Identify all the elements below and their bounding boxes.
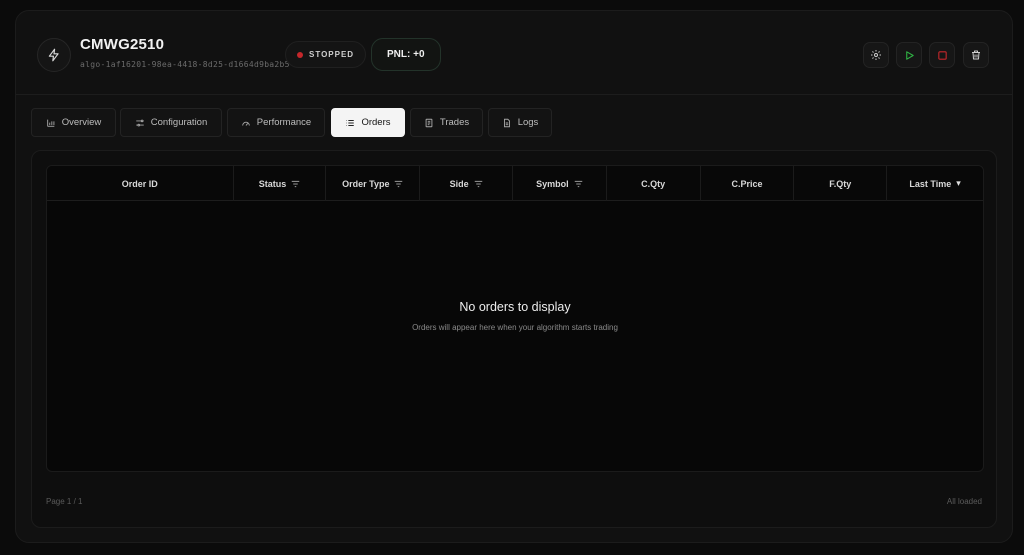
pnl-value: PNL: +0 — [387, 49, 425, 60]
filter-icon[interactable] — [291, 180, 300, 188]
load-status: All loaded — [946, 497, 982, 506]
algo-panel: CMWG2510 algo-1af16201-98ea-4418-8d25-d1… — [15, 10, 1013, 543]
delete-button[interactable] — [963, 42, 989, 68]
page-indicator: Page 1 / 1 — [46, 497, 83, 506]
gauge-icon — [242, 121, 250, 126]
filter-icon[interactable] — [574, 180, 583, 188]
column-side[interactable]: Side — [420, 166, 513, 201]
tab-label: Trades — [439, 117, 470, 128]
orders-table: Order ID Status Order Type Side Symbol C… — [46, 165, 984, 472]
tab-label: Logs — [517, 117, 539, 128]
column-status[interactable]: Status — [234, 166, 327, 201]
column-order-type[interactable]: Order Type — [326, 166, 421, 201]
play-icon — [905, 50, 914, 60]
tab-label: Orders — [361, 117, 391, 128]
column-c-price[interactable]: C.Price — [701, 166, 795, 201]
tab-label: Overview — [61, 117, 102, 128]
algo-header: CMWG2510 algo-1af16201-98ea-4418-8d25-d1… — [16, 11, 1012, 95]
algo-title: CMWG2510 — [80, 36, 165, 53]
start-button[interactable] — [896, 42, 922, 68]
empty-state-title: No orders to display — [459, 300, 571, 314]
sliders-icon — [135, 119, 144, 126]
file-icon — [503, 118, 510, 127]
column-order-id[interactable]: Order ID — [47, 166, 234, 201]
orders-panel: Order ID Status Order Type Side Symbol C… — [31, 150, 997, 528]
tab-label: Configuration — [150, 117, 208, 128]
tab-performance[interactable]: Performance — [227, 108, 325, 137]
sort-desc-icon[interactable]: ▾ — [956, 178, 961, 189]
tab-configuration[interactable]: Configuration — [120, 108, 222, 137]
status-dot-icon — [297, 51, 303, 58]
algo-avatar — [37, 38, 71, 72]
tab-overview[interactable]: Overview — [31, 108, 116, 137]
settings-button[interactable] — [863, 42, 889, 68]
tab-orders[interactable]: Orders — [331, 108, 405, 137]
status-badge: STOPPED — [285, 41, 367, 68]
column-f-qty[interactable]: F.Qty — [794, 166, 888, 201]
stop-button[interactable] — [929, 42, 955, 68]
document-icon — [425, 118, 433, 127]
empty-state-subtitle: Orders will appear here when your algori… — [412, 323, 618, 332]
status-text: STOPPED — [309, 50, 355, 59]
trash-icon — [972, 50, 980, 60]
gear-icon — [871, 50, 881, 60]
column-c-qty[interactable]: C.Qty — [607, 166, 701, 201]
column-symbol[interactable]: Symbol — [513, 166, 607, 201]
list-icon — [346, 119, 355, 126]
algo-id: algo-1af16201-98ea-4418-8d25-d1664d9ba2b… — [80, 60, 290, 69]
tab-label: Performance — [256, 117, 312, 128]
bar-chart-icon — [46, 119, 55, 127]
table-header: Order ID Status Order Type Side Symbol C… — [47, 166, 983, 201]
pnl-badge: PNL: +0 — [371, 38, 441, 71]
filter-icon[interactable] — [474, 180, 483, 188]
filter-icon[interactable] — [394, 180, 403, 188]
stop-icon — [937, 50, 947, 60]
tab-logs[interactable]: Logs — [488, 108, 552, 137]
column-last-time[interactable]: Last Time ▾ — [887, 166, 983, 201]
bolt-icon — [48, 48, 59, 62]
tab-trades[interactable]: Trades — [410, 108, 483, 137]
